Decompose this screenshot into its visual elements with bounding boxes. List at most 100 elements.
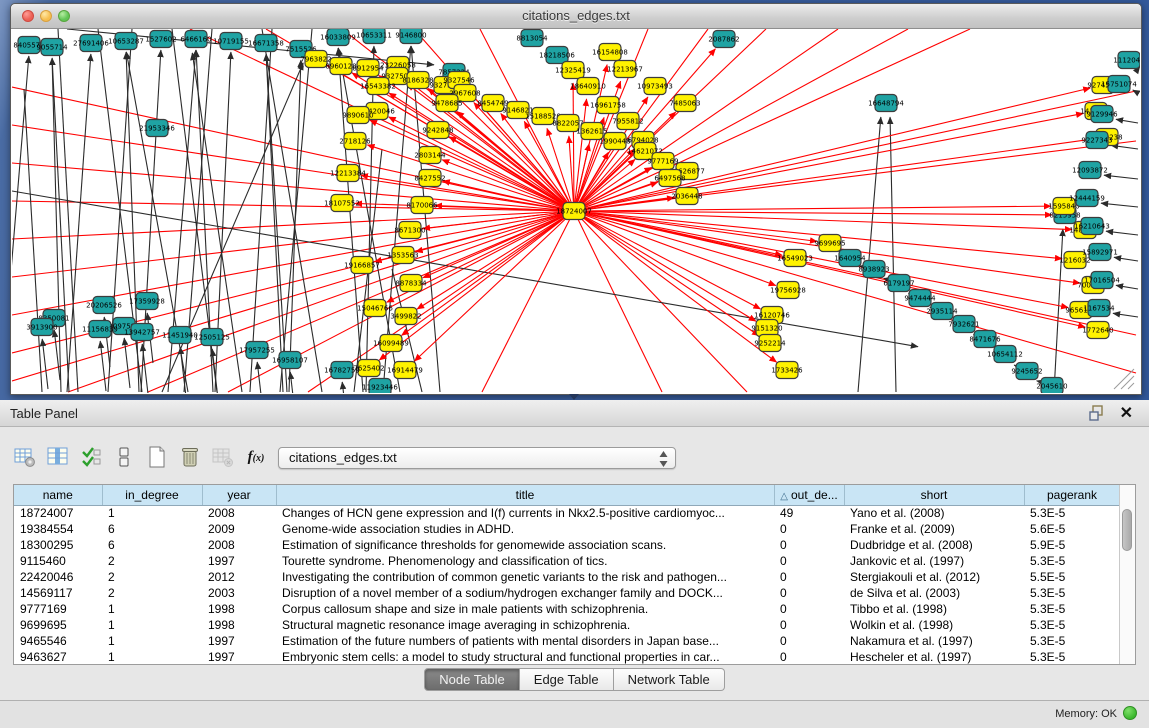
- node-label: 2935114: [926, 308, 958, 316]
- table-row[interactable]: 969969511998Structural magnetic resonanc…: [14, 617, 1120, 633]
- node-label: 3913900: [26, 324, 57, 332]
- node-label: 16210643: [1074, 223, 1110, 231]
- table-panel-title: Table Panel: [10, 406, 78, 421]
- network-view-canvas[interactable]: 8405571905571427691406106532871527602646…: [12, 29, 1140, 393]
- function-builder-icon[interactable]: f(x): [241, 442, 271, 472]
- close-panel-icon[interactable]: ✕: [1120, 403, 1133, 423]
- column-visibility-icon[interactable]: [43, 442, 73, 472]
- node-label: 16671358: [248, 40, 284, 48]
- node-label: 16782759: [324, 367, 360, 375]
- node-label: 20206526: [86, 302, 122, 310]
- node-label: 16958107: [272, 357, 308, 365]
- scrollbar-thumb[interactable]: [1122, 509, 1132, 551]
- node-label: 8813054: [516, 35, 548, 43]
- node-label: 12505125: [194, 334, 230, 342]
- table-row[interactable]: 1872400712008Changes of HCN gene express…: [14, 505, 1120, 521]
- column-header-name[interactable]: name: [14, 485, 102, 505]
- table-selector-dropdown[interactable]: citations_edges.txt: [278, 447, 676, 469]
- table-row[interactable]: 911546021997Tourette syndrome. Phenomeno…: [14, 553, 1120, 569]
- node-label: 19756928: [770, 287, 806, 295]
- node-label: 10719155: [213, 38, 249, 46]
- node-label: 18218506: [539, 52, 575, 60]
- tab-edge-table[interactable]: Edge Table: [520, 668, 614, 691]
- node-label: 1990448: [599, 138, 630, 146]
- node-label: 2803144: [414, 152, 446, 160]
- node-label: 1362615: [576, 128, 607, 136]
- node-label: 8671300: [394, 227, 425, 235]
- network-window: citations_edges.txt 84055719055714276914…: [10, 3, 1142, 395]
- node-label: 6497568: [654, 175, 685, 183]
- node-label: 1733426: [771, 367, 803, 375]
- node-label: 7955812: [612, 118, 643, 126]
- node-label: 9151320: [751, 325, 782, 333]
- table-row[interactable]: 946362711997Embryonic stem cells: a mode…: [14, 649, 1120, 665]
- node-label: 10654112: [987, 351, 1023, 359]
- node-label: 21953346: [139, 125, 175, 133]
- column-header-out_de[interactable]: △out_de...: [774, 485, 844, 505]
- table-scrollbar[interactable]: [1119, 485, 1135, 664]
- node-label: 1112046: [1113, 57, 1140, 65]
- node-label: 17359928: [129, 298, 165, 306]
- node-label: 13942757: [124, 329, 160, 337]
- delete-table-icon[interactable]: [208, 442, 238, 472]
- memory-status-label: Memory: OK: [1055, 708, 1117, 720]
- node-label: 16648794: [868, 100, 904, 108]
- table-row[interactable]: 977716911998Corpus callosum shape and si…: [14, 601, 1120, 617]
- node-label: 15046766: [357, 305, 393, 313]
- status-bar: Memory: OK: [0, 700, 1149, 728]
- column-header-pagerank[interactable]: pagerank: [1024, 485, 1120, 505]
- column-header-title[interactable]: title: [276, 485, 774, 505]
- node-label: 9146800: [395, 32, 426, 40]
- node-label: 18640910: [570, 83, 606, 91]
- node-label: 2045610: [1036, 383, 1067, 391]
- node-label: 9227343: [1081, 137, 1112, 145]
- table-selector-value: citations_edges.txt: [289, 450, 397, 465]
- node-label: 9327546: [443, 77, 475, 85]
- tab-network-table[interactable]: Network Table: [614, 668, 725, 691]
- node-label: 8938923: [858, 266, 889, 274]
- table-settings-icon[interactable]: [10, 442, 40, 472]
- node-label: 15751074: [1101, 81, 1137, 89]
- node-label: 9699695: [814, 240, 845, 248]
- table-header-row: namein_degreeyeartitle△out_de...shortpag…: [14, 485, 1120, 505]
- table-row[interactable]: 1938455462009Genome-wide association stu…: [14, 521, 1120, 537]
- node-label: 17016504: [1084, 277, 1120, 285]
- node-label: 8878334: [395, 280, 427, 288]
- node-label: 1640954: [834, 255, 866, 263]
- node-label: 11451940: [162, 332, 198, 340]
- column-header-in_degree[interactable]: in_degree: [102, 485, 202, 505]
- column-header-short[interactable]: short: [844, 485, 1024, 505]
- node-label: 16543382: [360, 83, 396, 91]
- column-header-year[interactable]: year: [202, 485, 276, 505]
- node-label: 1167534: [1083, 305, 1115, 313]
- node-table: namein_degreeyeartitle△out_de...shortpag…: [13, 484, 1136, 665]
- node-label: 18107552: [324, 200, 360, 208]
- node-label: 9129946: [1086, 111, 1118, 119]
- node-label: 15892971: [1082, 249, 1118, 257]
- window-title: citations_edges.txt: [11, 8, 1141, 23]
- node-label: 12093872: [1072, 167, 1108, 175]
- table-row[interactable]: 946554611997Estimation of the future num…: [14, 633, 1120, 649]
- table-row[interactable]: 1830029562008Estimation of significance …: [14, 537, 1120, 553]
- row-checklist-icon[interactable]: [76, 442, 106, 472]
- tab-node-table[interactable]: Node Table: [424, 668, 520, 691]
- node-label: 12213384: [330, 170, 366, 178]
- table-toolbar: f(x): [10, 440, 274, 474]
- node-label: 2036448: [671, 193, 702, 201]
- node-label: 9242848: [422, 127, 453, 135]
- window-title-bar[interactable]: citations_edges.txt: [11, 4, 1141, 29]
- float-panel-icon[interactable]: [1089, 405, 1105, 421]
- node-label: 9245652: [1011, 368, 1042, 376]
- node-label: 11156839: [82, 326, 118, 334]
- split-view-icon[interactable]: [109, 442, 139, 472]
- new-column-icon[interactable]: [142, 442, 172, 472]
- node-label: 12213967: [607, 66, 643, 74]
- table-row[interactable]: 1456911722003Disruption of a novel membe…: [14, 585, 1120, 601]
- table-row[interactable]: 2242004622012Investigating the contribut…: [14, 569, 1120, 585]
- node-label: 1216032: [1059, 257, 1090, 265]
- window-resize-grip[interactable]: [1114, 369, 1134, 389]
- node-label: 18724007: [556, 208, 592, 216]
- node-label: 9252214: [754, 340, 786, 348]
- delete-column-icon[interactable]: [175, 442, 205, 472]
- node-label: 16961758: [590, 102, 626, 110]
